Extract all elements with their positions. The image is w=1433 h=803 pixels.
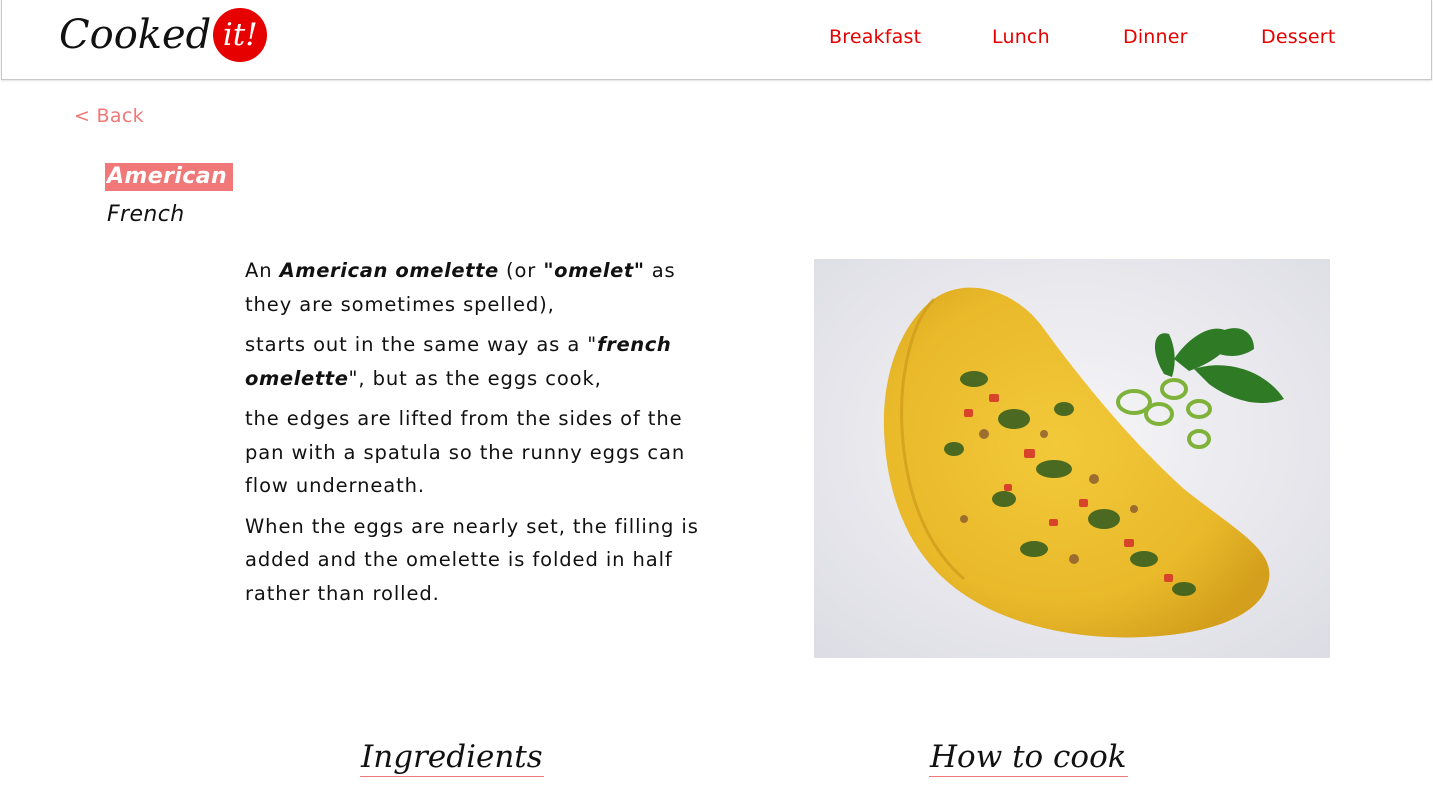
variant-tab-american[interactable]: American xyxy=(105,163,234,191)
description-paragraph: starts out in the same way as a "french … xyxy=(245,328,715,395)
omelette-illustration xyxy=(814,259,1330,658)
nav-item-lunch[interactable]: Lunch xyxy=(992,26,1050,48)
back-link[interactable]: < Back xyxy=(74,105,144,127)
recipe-description: An American omelette (or "omelet" as the… xyxy=(245,254,715,617)
variant-list: American French xyxy=(105,163,234,229)
text: An xyxy=(245,259,280,282)
site-header: Cooked it! Breakfast Lunch Dinner Desser… xyxy=(1,0,1432,80)
text: starts out in the same way as a " xyxy=(245,333,598,356)
text: (or xyxy=(498,259,544,282)
nav-item-breakfast[interactable]: Breakfast xyxy=(829,26,921,48)
variant-tab-french[interactable]: French xyxy=(105,201,233,229)
description-paragraph: An American omelette (or "omelet" as the… xyxy=(245,254,715,321)
description-paragraph: the edges are lifted from the sides of t… xyxy=(245,407,686,497)
emphasis-text: "omelet" xyxy=(543,259,645,282)
description-paragraph: When the eggs are nearly set, the fillin… xyxy=(245,514,699,605)
omelette-photo xyxy=(814,259,1330,658)
ingredients-heading: Ingredients xyxy=(360,739,544,777)
emphasis-text: American omelette xyxy=(279,259,499,282)
main-nav: Breakfast Lunch Dinner Dessert xyxy=(2,26,1431,50)
nav-item-dinner[interactable]: Dinner xyxy=(1123,26,1188,48)
how-to-cook-heading: How to cook xyxy=(929,739,1128,777)
nav-item-dessert[interactable]: Dessert xyxy=(1261,26,1335,48)
text: ", but as the eggs cook, xyxy=(348,366,602,390)
